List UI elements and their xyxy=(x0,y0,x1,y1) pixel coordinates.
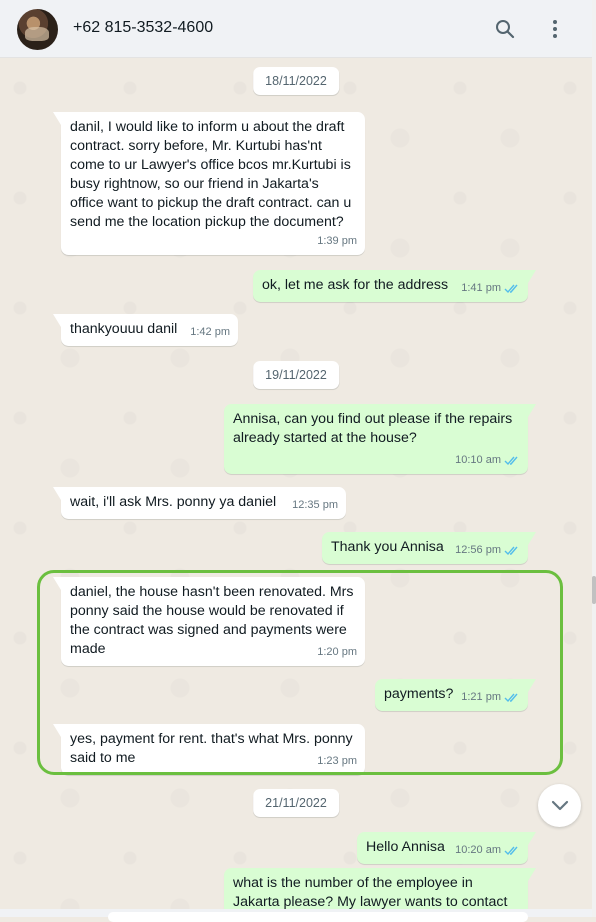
message-text: Annisa, can you find out please if the r… xyxy=(233,411,513,446)
message-time: 10:20 am xyxy=(455,841,520,860)
contact-name[interactable]: +62 815-3532-4600 xyxy=(73,19,213,37)
message-incoming[interactable]: thankyouuu danil 1:42 pm xyxy=(53,314,238,346)
message-time: 12:56 pm xyxy=(455,541,520,560)
read-ticks-icon xyxy=(504,846,518,856)
message-incoming[interactable]: daniel, the house hasn't been renovated.… xyxy=(53,577,365,666)
date-chip: 19/11/2022 xyxy=(253,361,339,389)
message-input[interactable] xyxy=(108,912,528,922)
message-outgoing[interactable]: payments? 1:21 pm xyxy=(375,679,536,711)
message-outgoing[interactable]: what is the number of the employee in Ja… xyxy=(224,868,536,909)
scrollbar-thumb[interactable] xyxy=(592,576,596,604)
message-time: 1:42 pm xyxy=(190,326,230,338)
message-time: 10:10 am xyxy=(455,451,520,470)
scrollbar[interactable] xyxy=(592,0,596,917)
message-text: danil, I would like to inform u about th… xyxy=(70,119,352,230)
search-icon[interactable] xyxy=(492,16,518,42)
message-time: 1:23 pm xyxy=(317,755,357,767)
date-chip: 21/11/2022 xyxy=(253,789,339,817)
chat-header: +62 815-3532-4600 xyxy=(0,0,592,58)
date-chip: 18/11/2022 xyxy=(253,67,339,95)
avatar[interactable] xyxy=(17,9,58,50)
message-incoming[interactable]: yes, payment for rent. that's what Mrs. … xyxy=(53,724,365,775)
message-time: 1:41 pm xyxy=(461,279,520,298)
message-incoming[interactable]: wait, i'll ask Mrs. ponny ya daniel 12:3… xyxy=(53,487,346,519)
kebab-menu-icon[interactable] xyxy=(542,16,568,42)
chat-area[interactable]: 18/11/2022 danil, I would like to inform… xyxy=(0,58,592,909)
message-text: yes, payment for rent. that's what Mrs. … xyxy=(70,731,353,766)
message-outgoing[interactable]: Hello Annisa 10:20 am xyxy=(357,832,536,864)
message-time: 1:20 pm xyxy=(317,646,357,658)
read-ticks-icon xyxy=(504,546,518,556)
chevron-down-icon[interactable] xyxy=(538,784,581,827)
message-time: 12:35 pm xyxy=(292,499,338,511)
read-ticks-icon xyxy=(504,693,518,703)
read-ticks-icon xyxy=(504,284,518,294)
message-outgoing[interactable]: ok, let me ask for the address 1:41 pm xyxy=(253,270,536,302)
message-time: 1:39 pm xyxy=(317,235,357,247)
message-incoming[interactable]: danil, I would like to inform u about th… xyxy=(53,112,365,255)
message-outgoing[interactable]: Annisa, can you find out please if the r… xyxy=(224,404,536,474)
composer-bar xyxy=(0,909,592,922)
message-time: 1:21 pm xyxy=(461,688,520,707)
message-text: what is the number of the employee in Ja… xyxy=(233,875,508,909)
read-ticks-icon xyxy=(504,456,518,466)
message-outgoing[interactable]: Thank you Annisa 12:56 pm xyxy=(322,532,536,564)
message-text: daniel, the house hasn't been renovated.… xyxy=(70,584,354,657)
